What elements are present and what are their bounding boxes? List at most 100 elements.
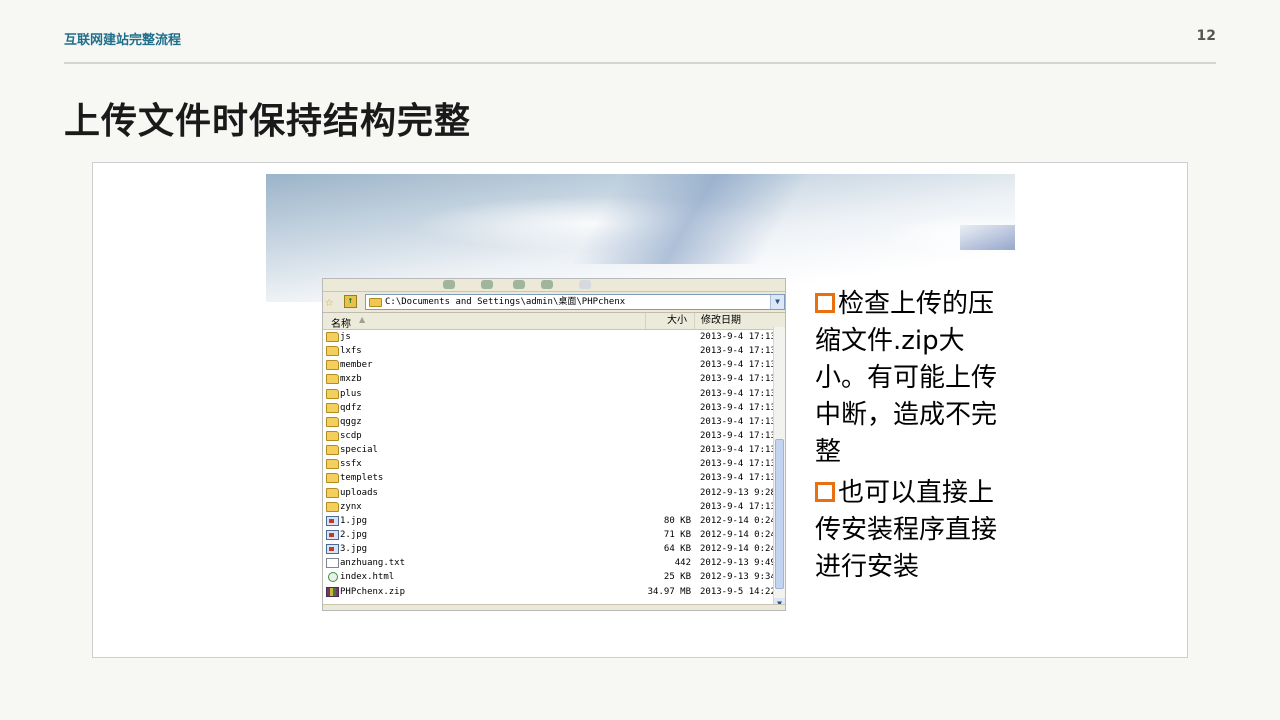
status-bar [323,604,785,610]
toolbar-forward-icon[interactable] [481,280,493,289]
file-name: templets [340,473,384,484]
toolbar-search-icon[interactable] [443,280,455,289]
file-modified-date: 2012-9-14 0:24 [700,515,776,526]
file-name: 1.jpg [340,515,368,526]
file-row[interactable]: special 2013-9-4 17:13 [323,443,785,457]
file-name: 2.jpg [340,529,368,540]
folder-icon [326,430,339,441]
file-modified-date: 2012-9-13 9:49 [700,558,776,569]
folder-icon [326,487,339,498]
favorite-star-icon[interactable]: ☆ [325,294,333,310]
file-row[interactable]: member 2013-9-4 17:13 [323,358,785,372]
address-input[interactable]: C:\Documents and Settings\admin\桌面\PHPch… [365,294,785,310]
file-explorer-window: ☆ ↑ C:\Documents and Settings\admin\桌面\P… [322,278,786,611]
file-modified-date: 2012-9-14 0:24 [700,544,776,555]
file-name: plus [340,388,362,399]
bullet-square-icon [815,482,835,502]
file-modified-date: 2013-9-4 17:13 [700,473,776,484]
file-modified-date: 2013-9-4 17:13 [700,388,776,399]
file-size: 25 KB [663,572,691,583]
column-name-header[interactable]: 名称 [331,315,351,330]
address-dropdown-icon[interactable]: ▼ [770,295,784,309]
bullet-text: 检查上传的压缩文件.zip大小。有可能上传中断，造成不完整 [815,289,998,467]
file-row[interactable]: qdfz 2013-9-4 17:13 [323,401,785,415]
file-name: qggz [340,416,362,427]
toolbar-folders-icon[interactable] [513,280,525,289]
file-row[interactable]: lxfs 2013-9-4 17:13 [323,344,785,358]
toolbar-menu-icon[interactable] [579,280,591,289]
file-row[interactable]: uploads 2012-9-13 9:28 [323,486,785,500]
folder-icon [326,473,339,484]
file-size: 80 KB [663,515,691,526]
file-row[interactable]: qggz 2013-9-4 17:13 [323,415,785,429]
file-modified-date: 2012-9-13 9:34 [700,572,776,583]
jpg-file-icon [326,529,339,540]
file-row[interactable]: templets 2013-9-4 17:13 [323,471,785,485]
column-header: 名称 ▲ 大小 修改日期 [323,313,785,330]
file-row[interactable]: 1.jpg 80 KB 2012-9-14 0:24 [323,514,785,528]
bullet-item: 检查上传的压缩文件.zip大小。有可能上传中断，造成不完整 [815,286,1015,471]
file-row[interactable]: js 2013-9-4 17:13 [323,330,785,344]
file-list: js 2013-9-4 17:13 lxfs 2013-9-4 17:13 member… [323,330,785,599]
file-row[interactable]: plus 2013-9-4 17:13 [323,387,785,401]
file-modified-date: 2013-9-4 17:13 [700,374,776,385]
up-folder-icon[interactable]: ↑ [344,295,357,308]
file-row[interactable]: zynx 2013-9-4 17:13 [323,500,785,514]
address-path-text: C:\Documents and Settings\admin\桌面\PHPch… [385,297,626,307]
jpg-file-icon [326,515,339,526]
file-size: 442 [674,558,691,569]
file-modified-date: 2012-9-13 9:28 [700,487,776,498]
banner-streak [560,174,820,264]
file-name: zynx [340,501,362,512]
file-name: js [340,332,351,342]
column-size-header[interactable]: 大小 [645,313,691,329]
address-bar: ☆ ↑ C:\Documents and Settings\admin\桌面\P… [323,292,785,313]
scrollbar-thumb[interactable] [775,439,784,589]
folder-icon [326,346,339,357]
banner-streak-corner [960,225,1015,250]
zip-archive-icon [326,586,339,597]
file-name: 3.jpg [340,544,368,555]
file-name: member [340,360,373,371]
file-modified-date: 2013-9-4 17:13 [700,402,776,413]
text-file-icon [326,558,339,569]
explorer-toolbar [323,279,785,292]
toolbar-views-icon[interactable] [541,280,553,289]
file-modified-date: 2013-9-4 17:13 [700,430,776,441]
file-modified-date: 2013-9-4 17:13 [700,416,776,427]
file-size: 64 KB [663,544,691,555]
folder-icon [326,388,339,399]
file-row[interactable]: PHPchenx.zip 34.97 MB 2013-9-5 14:22 [323,585,785,599]
folder-icon [326,360,339,371]
file-row[interactable]: 3.jpg 64 KB 2012-9-14 0:24 [323,542,785,556]
header-deck-title: 互联网建站完整流程 [64,33,182,48]
file-name: scdp [340,430,362,441]
file-name: qdfz [340,402,362,413]
bullet-square-icon [815,293,835,313]
address-folder-icon [369,298,382,307]
folder-icon [326,501,339,512]
file-row[interactable]: index.html 25 KB 2012-9-13 9:34 [323,570,785,584]
bullet-item: 也可以直接上传安装程序直接进行安装 [815,475,1015,586]
file-name: mxzb [340,374,362,385]
file-name: PHPchenx.zip [340,586,406,597]
vertical-scrollbar[interactable]: ▼ [773,327,785,610]
folder-icon [326,402,339,413]
file-row[interactable]: scdp 2013-9-4 17:13 [323,429,785,443]
file-modified-date: 2013-9-4 17:13 [700,501,776,512]
file-name: lxfs [340,346,362,357]
sort-arrow-icon: ▲ [359,315,366,324]
folder-icon [326,374,339,385]
file-row[interactable]: mxzb 2013-9-4 17:13 [323,372,785,386]
jpg-file-icon [326,544,339,555]
file-modified-date: 2012-9-14 0:24 [700,529,776,540]
file-row[interactable]: anzhuang.txt 442 2012-9-13 9:49 [323,556,785,570]
file-modified-date: 2013-9-4 17:13 [700,445,776,456]
file-size: 71 KB [663,529,691,540]
file-row[interactable]: 2.jpg 71 KB 2012-9-14 0:24 [323,528,785,542]
file-name: uploads [340,487,378,498]
file-row[interactable]: ssfx 2013-9-4 17:13 [323,457,785,471]
folder-icon [326,416,339,427]
file-name: ssfx [340,459,362,470]
column-date-header[interactable]: 修改日期 [694,313,741,329]
